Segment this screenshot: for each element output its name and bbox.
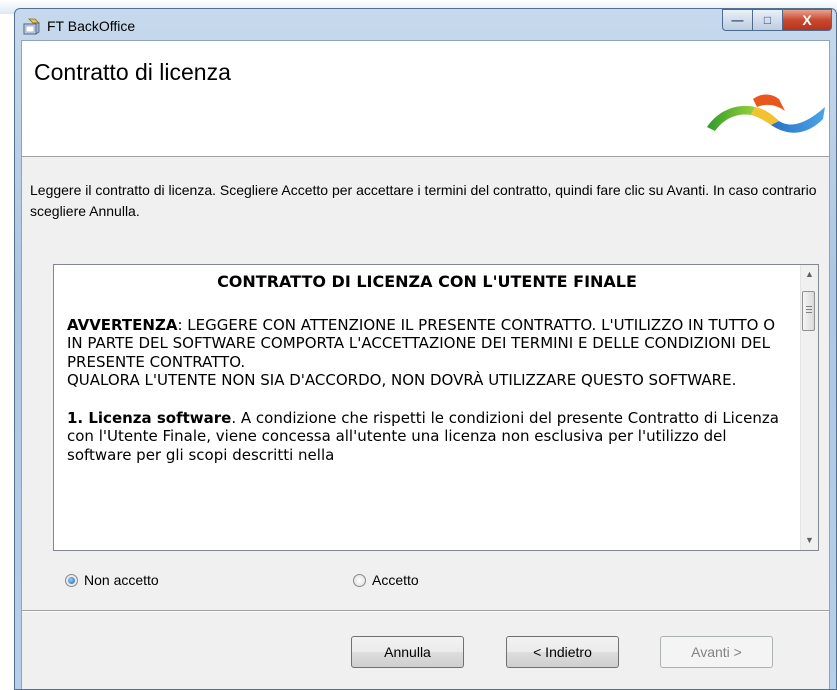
scroll-thumb[interactable]	[802, 291, 815, 331]
license-title: CONTRATTO DI LICENZA CON L'UTENTE FINALE	[217, 272, 637, 291]
license-warning: AVVERTENZA: LEGGERE CON ATTENZIONE IL PR…	[67, 316, 787, 390]
warning-text-2: QUALORA L'UTENTE NON SIA D'ACCORDO, NON …	[67, 371, 737, 389]
grip-line	[806, 312, 812, 313]
warning-label: AVVERTENZA	[67, 315, 178, 334]
minimize-button[interactable]: —	[722, 9, 752, 31]
reject-radio[interactable]	[65, 573, 78, 587]
reject-option[interactable]: Non accetto	[65, 572, 159, 588]
footer-divider	[22, 610, 829, 612]
reject-label: Non accetto	[84, 572, 159, 588]
grip-line	[806, 306, 812, 307]
license-section-1: 1. Licenza software. A condizione che ri…	[67, 409, 787, 465]
scroll-down-arrow-icon[interactable]: ▼	[801, 532, 818, 549]
accept-radio[interactable]	[353, 573, 366, 587]
minimize-icon: —	[731, 13, 744, 27]
wizard-header: Contratto di licenza	[22, 41, 829, 157]
close-button[interactable]: X	[782, 9, 832, 31]
maximize-icon: □	[763, 13, 772, 27]
back-button[interactable]: < Indietro	[506, 636, 619, 668]
next-button[interactable]: Avanti >	[660, 636, 773, 668]
window-title: FT BackOffice	[47, 18, 136, 34]
grip-line	[806, 309, 812, 310]
dialog-client-area: Contratto di licenza Leggere il contratt…	[21, 40, 830, 689]
vertical-scrollbar[interactable]: ▲ ▼	[800, 265, 818, 550]
wave-logo-icon	[707, 94, 825, 133]
license-content: CONTRATTO DI LICENZA CON L'UTENTE FINALE…	[67, 272, 787, 483]
maximize-button[interactable]: □	[752, 9, 782, 31]
installer-app-icon	[23, 18, 40, 35]
page-title: Contratto di licenza	[34, 59, 231, 85]
section-1-label: 1. Licenza software	[67, 408, 232, 427]
close-icon: X	[802, 12, 812, 28]
accept-label: Accetto	[372, 572, 419, 588]
accept-option[interactable]: Accetto	[353, 572, 419, 588]
title-bar[interactable]: FT BackOffice — □ X	[15, 9, 836, 40]
license-text-box[interactable]: CONTRATTO DI LICENZA CON L'UTENTE FINALE…	[53, 264, 819, 551]
scroll-up-arrow-icon[interactable]: ▲	[801, 266, 818, 283]
installer-window: FT BackOffice — □ X Contratto di licenza	[14, 8, 837, 690]
cancel-button[interactable]: Annulla	[351, 636, 464, 668]
instructions-text: Leggere il contratto di licenza. Sceglie…	[30, 182, 817, 219]
window-controls: — □ X	[722, 9, 832, 31]
